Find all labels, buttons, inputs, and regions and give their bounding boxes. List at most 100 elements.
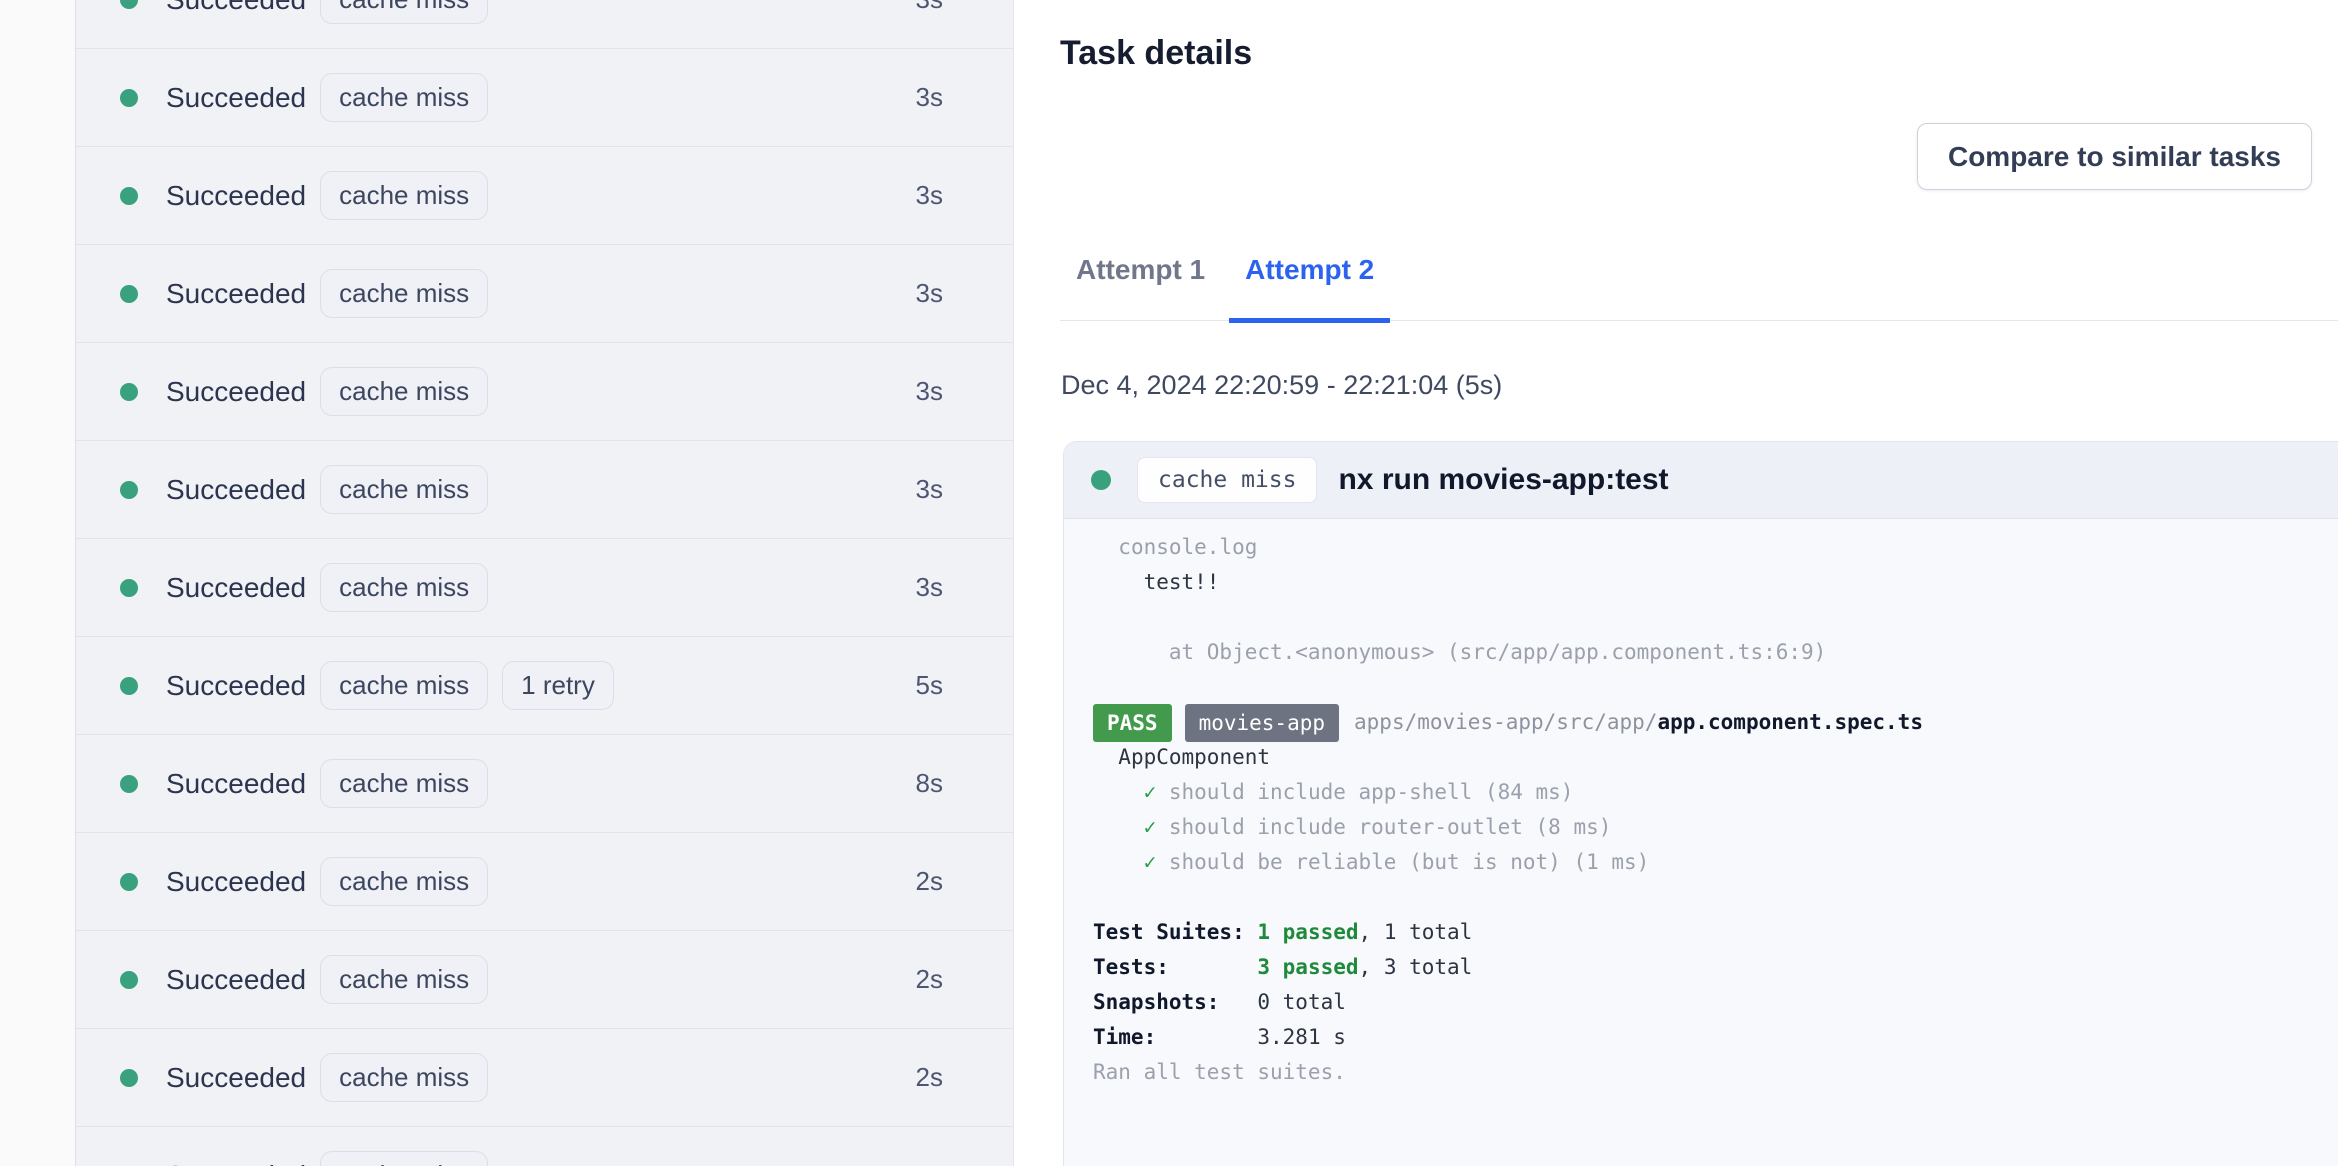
cache-status-badge: cache miss	[320, 269, 489, 318]
status-dot-icon	[120, 284, 138, 303]
terminal-text-segment: AppComponent	[1118, 745, 1271, 769]
attempt-date-range: Dec 4, 2024 22:20:59 - 22:21:04 (5s)	[1061, 370, 1503, 400]
terminal-text-segment: ✓	[1143, 815, 1169, 839]
tab-attempt-2[interactable]: Attempt 2	[1229, 250, 1391, 323]
terminal-text-segment: at Object.<anonymous> (src/app/app.compo…	[1168, 640, 1827, 664]
left-gutter	[0, 0, 76, 1166]
task-row[interactable]: Succeeded cache miss 3s	[76, 49, 1013, 147]
terminal-text-segment: Test Suites:	[1093, 920, 1258, 944]
task-row[interactable]: Succeeded cache miss 8s	[76, 735, 1013, 833]
task-duration: 3s	[915, 474, 943, 504]
terminal-line: AppComponent	[1093, 740, 2338, 775]
status-dot-icon	[120, 382, 138, 401]
task-duration: 3s	[915, 82, 943, 112]
task-status-label: Succeeded	[166, 963, 307, 995]
attempt-tabs: Attempt 1 Attempt 2	[1060, 250, 2338, 323]
cache-status-badge: cache miss	[320, 367, 489, 416]
cache-status-badge: cache miss	[320, 73, 489, 122]
task-duration: 8s	[915, 768, 943, 798]
task-row[interactable]: Succeeded cache miss 2s	[76, 1029, 1013, 1127]
task-status-label: Succeeded	[166, 473, 307, 505]
spec-path: apps/movies-app/src/app/	[1354, 710, 1658, 734]
cache-status-badge: cache miss	[320, 0, 489, 24]
task-duration: 3s	[916, 0, 943, 15]
task-list: Succeeded cache miss 3s Succeeded cache miss…	[76, 0, 1014, 1166]
terminal-text-segment: Tests:	[1093, 955, 1258, 979]
pass-badge: PASS	[1093, 703, 1172, 742]
task-row[interactable]: Succeeded cache miss	[76, 1127, 1013, 1166]
terminal-text-segment: test!!	[1143, 570, 1220, 594]
terminal-text-segment: ✓	[1143, 780, 1169, 804]
task-status-label: Succeeded	[166, 81, 307, 113]
terminal-header: cache miss nx run movies-app:test	[1064, 442, 2338, 519]
terminal-text-segment: Time:	[1093, 1025, 1258, 1049]
status-dot-icon	[120, 578, 138, 597]
task-status-label: Succeeded	[166, 277, 307, 309]
terminal-text-segment: 0 total	[1257, 990, 1346, 1014]
terminal-line: at Object.<anonymous> (src/app/app.compo…	[1093, 635, 2338, 670]
task-row[interactable]: Succeeded cache miss 2s	[76, 931, 1013, 1029]
terminal-line: ✓ should be reliable (but is not) (1 ms)	[1093, 845, 2338, 880]
terminal-text-segment: Snapshots:	[1093, 990, 1258, 1014]
jest-result-line: PASS movies-app apps/movies-app/src/app/ap…	[1093, 703, 2338, 742]
terminal-line: Test Suites: 1 passed, 1 total	[1093, 915, 2338, 950]
status-dot-icon	[120, 480, 138, 499]
terminal-body[interactable]: console.log test!! at Object.<anonymous>…	[1064, 519, 2338, 1166]
task-row[interactable]: Succeeded cache miss 3s	[76, 245, 1013, 343]
task-row[interactable]: Succeeded cache miss 3s	[76, 539, 1013, 637]
terminal-line: Tests: 3 passed, 3 total	[1093, 950, 2338, 985]
task-status-label: Succeeded	[166, 1160, 306, 1166]
terminal-text-segment: should include router-outlet (8 ms)	[1168, 815, 1612, 839]
task-duration: 2s	[915, 964, 943, 994]
task-duration: 3s	[915, 278, 943, 308]
task-row[interactable]: Succeeded cache miss 3s	[76, 0, 1013, 49]
status-dot-icon	[1091, 470, 1111, 490]
compare-to-similar-tasks-button[interactable]: Compare to similar tasks	[1916, 123, 2312, 190]
terminal-text-segment: 1 passed	[1257, 920, 1359, 944]
retry-badge: 1 retry	[502, 661, 614, 710]
status-dot-icon	[120, 970, 138, 989]
cache-status-badge: cache miss	[320, 955, 489, 1004]
task-command: nx run movies-app:test	[1338, 463, 1669, 496]
task-runner-page: Succeeded cache miss 3s Succeeded cache miss…	[0, 0, 2338, 1166]
task-duration: 5s	[915, 670, 943, 700]
tab-attempt-1[interactable]: Attempt 1	[1060, 250, 1221, 323]
terminal-text-segment: console.log	[1118, 535, 1258, 559]
status-dot-icon	[120, 186, 138, 205]
terminal-line: console.log	[1093, 530, 2338, 565]
status-dot-icon	[120, 676, 138, 695]
terminal-text-segment: 3 passed	[1257, 955, 1359, 979]
task-row[interactable]: Succeeded cache miss 3s	[76, 343, 1013, 441]
task-status-label: Succeeded	[166, 571, 307, 603]
task-rows: Succeeded cache miss 3s Succeeded cache miss…	[76, 0, 1013, 1166]
task-duration: 3s	[915, 376, 943, 406]
terminal-line: ✓ should include router-outlet (8 ms)	[1093, 810, 2338, 845]
task-duration: 3s	[915, 572, 943, 602]
cache-status-badge: cache miss	[1137, 457, 1318, 503]
task-row[interactable]: Succeeded cache miss 3s	[76, 147, 1013, 245]
terminal-line: test!!	[1093, 565, 2338, 600]
status-dot-icon	[120, 0, 138, 9]
cache-status-badge: cache miss	[320, 759, 489, 808]
task-status-label: Succeeded	[166, 669, 307, 701]
page-title: Task details	[1060, 34, 1253, 72]
terminal-line: Time: 3.281 s	[1093, 1020, 2338, 1055]
task-row[interactable]: Succeeded cache miss 1 retry 5s	[76, 637, 1013, 735]
terminal-line: Ran all test suites.	[1093, 1055, 2338, 1090]
task-status-label: Succeeded	[166, 375, 307, 407]
project-badge: movies-app	[1184, 703, 1340, 742]
task-row[interactable]: Succeeded cache miss 2s	[76, 833, 1013, 931]
terminal-line: Snapshots: 0 total	[1093, 985, 2338, 1020]
task-row[interactable]: Succeeded cache miss 3s	[76, 441, 1013, 539]
status-dot-icon	[120, 872, 138, 891]
cache-status-badge: cache miss	[320, 857, 489, 906]
cache-status-badge: cache miss	[320, 1151, 489, 1166]
task-status-label: Succeeded	[166, 865, 307, 897]
terminal-text-segment: ✓	[1143, 850, 1169, 874]
cache-status-badge: cache miss	[320, 563, 489, 612]
task-status-label: Succeeded	[166, 1061, 307, 1093]
terminal-text-segment: Ran all test suites.	[1093, 1060, 1346, 1084]
